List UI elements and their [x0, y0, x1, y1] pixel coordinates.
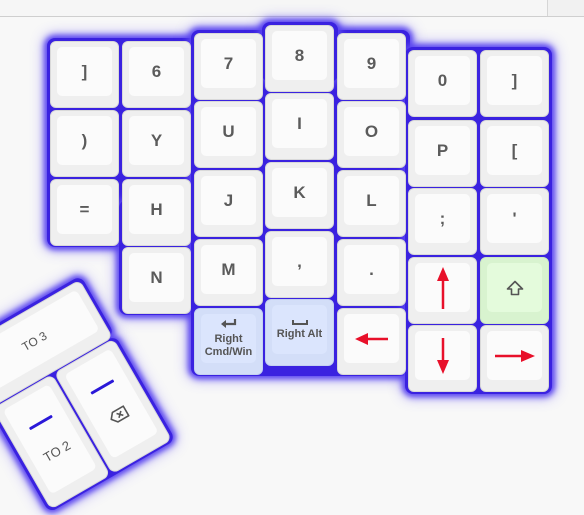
key-label: M — [201, 245, 256, 294]
key-label: ] — [487, 56, 542, 105]
key-label: H — [129, 185, 184, 234]
key-label: Right Alt — [276, 327, 323, 340]
key-right-alt[interactable]: Right Alt — [265, 299, 334, 366]
key-label: I — [272, 99, 327, 148]
key-label: = — [57, 185, 112, 234]
key[interactable]: L — [337, 170, 406, 237]
backspace-icon — [110, 405, 130, 423]
key[interactable]: U — [194, 101, 263, 168]
key[interactable]: J — [194, 170, 263, 237]
key-face — [415, 263, 470, 312]
key-label: 6 — [129, 47, 184, 96]
key-label: 8 — [272, 31, 327, 80]
key-label: L — [344, 176, 399, 225]
key[interactable]: O — [337, 101, 406, 168]
key-label: , — [272, 237, 327, 286]
key-label: O — [344, 107, 399, 156]
key-label: 9 — [344, 39, 399, 88]
key-up-arrow[interactable] — [408, 257, 477, 324]
key[interactable]: ] — [480, 50, 549, 117]
key[interactable]: P — [408, 120, 477, 187]
key-label: ; — [415, 194, 470, 243]
key-label-line1: Right — [214, 333, 243, 345]
key-face — [487, 263, 542, 312]
shift-icon — [506, 280, 523, 295]
key[interactable]: K — [265, 162, 334, 229]
key-label: ] — [57, 47, 112, 96]
key-right-arrow[interactable] — [480, 325, 549, 392]
arrow-up-icon — [436, 266, 449, 309]
key[interactable]: 7 — [194, 33, 263, 100]
key-face: Right Alt — [272, 305, 327, 354]
key[interactable]: = — [50, 179, 119, 246]
key-label: TO 2 — [40, 437, 73, 465]
key-face — [415, 331, 470, 380]
key[interactable]: [ — [480, 120, 549, 187]
key-shift[interactable] — [480, 257, 549, 324]
key-label: U — [201, 107, 256, 156]
key[interactable]: , — [265, 231, 334, 298]
key-label: ) — [57, 116, 112, 165]
key-label: K — [272, 168, 327, 217]
key-face — [487, 331, 542, 380]
key[interactable]: H — [122, 179, 191, 246]
key[interactable]: ] — [50, 41, 119, 108]
key[interactable]: I — [265, 93, 334, 160]
layer-indicator-bar — [89, 379, 114, 396]
key-label: ' — [487, 194, 542, 243]
key-label: 0 — [415, 56, 470, 105]
key-label: 7 — [201, 39, 256, 88]
key[interactable]: 6 — [122, 41, 191, 108]
key-label: P — [415, 126, 470, 175]
key-face — [344, 314, 399, 363]
key[interactable]: N — [122, 247, 191, 314]
key[interactable]: ' — [480, 188, 549, 255]
enter-icon — [220, 319, 236, 328]
key[interactable]: ) — [50, 110, 119, 177]
key-down-arrow[interactable] — [408, 325, 477, 392]
key[interactable]: 8 — [265, 25, 334, 92]
key-face: Right Cmd/Win — [201, 314, 256, 363]
key-label: N — [129, 253, 184, 302]
layer-indicator-bar — [28, 414, 53, 431]
key[interactable]: 9 — [337, 33, 406, 100]
key[interactable]: Y — [122, 110, 191, 177]
arrow-right-icon — [494, 349, 535, 362]
key[interactable]: . — [337, 239, 406, 306]
key-label-line2: Cmd/Win — [204, 346, 253, 358]
key[interactable]: 0 — [408, 50, 477, 117]
key-label: TO 3 — [19, 328, 50, 354]
key[interactable]: ; — [408, 188, 477, 255]
keyboard-layout: ] ) = 6 Y H N 7 U J M Right Cmd/Win 8 I … — [0, 0, 584, 515]
key-label: Y — [129, 116, 184, 165]
key-label: J — [201, 176, 256, 225]
key[interactable]: M — [194, 239, 263, 306]
key-label: [ — [487, 126, 542, 175]
key-label: . — [344, 245, 399, 294]
space-icon — [291, 319, 308, 325]
key-left-arrow[interactable] — [337, 308, 406, 375]
arrow-down-icon — [436, 337, 449, 374]
key-right-cmd-win[interactable]: Right Cmd/Win — [194, 308, 263, 375]
arrow-left-icon — [354, 332, 388, 345]
